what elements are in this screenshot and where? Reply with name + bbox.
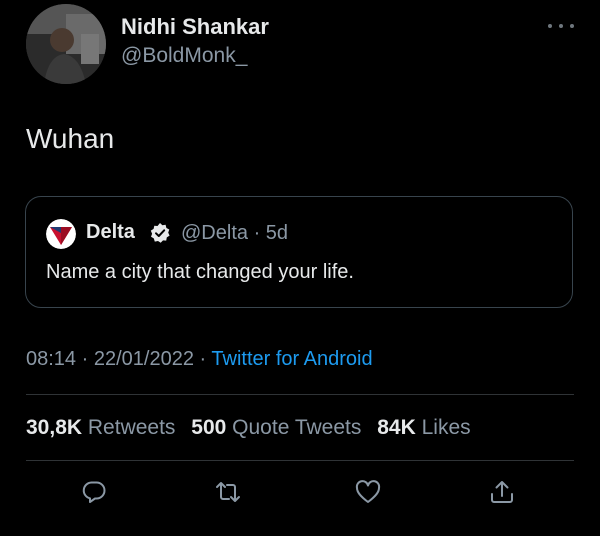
quoted-tweet-age: 5d	[265, 222, 289, 244]
tweet-stats: 30,8K Retweets 500 Quote Tweets 84K Like…	[26, 416, 471, 440]
verified-badge-icon	[149, 222, 171, 244]
heart-icon[interactable]	[354, 478, 382, 506]
reply-icon[interactable]	[80, 478, 108, 506]
more-dot	[570, 24, 574, 28]
meta-separator: ·	[199, 348, 207, 370]
retweets-count: 30,8K	[26, 416, 83, 439]
quoted-tweet-card[interactable]: Delta @Delta · 5d Name a city that chang…	[25, 196, 573, 308]
meta-separator: ·	[81, 348, 89, 370]
author-display-name[interactable]: Nidhi Shankar	[121, 14, 269, 40]
tweet-time[interactable]: 08:14	[26, 348, 76, 370]
retweets-stat[interactable]: 30,8K Retweets	[26, 416, 175, 439]
quoted-author-meta: @Delta · 5d	[181, 222, 288, 245]
quoted-author-handle[interactable]: @Delta	[181, 222, 248, 244]
quote-tweets-label: Quote Tweets	[232, 416, 362, 439]
divider	[26, 394, 574, 395]
tweet-date[interactable]: 22/01/2022	[94, 348, 194, 370]
tweet-text: Wuhan	[26, 123, 115, 154]
more-options-icon[interactable]	[548, 22, 574, 30]
quoted-author-name[interactable]: Delta	[86, 221, 135, 244]
likes-stat[interactable]: 84K Likes	[377, 416, 470, 439]
more-dot	[559, 24, 563, 28]
tweet-meta: 08:14 · 22/01/2022 · Twitter for Android	[26, 348, 373, 371]
divider	[26, 460, 574, 461]
likes-label: Likes	[421, 416, 471, 439]
quoted-tweet-text: Name a city that changed your life.	[46, 261, 354, 283]
tweet-source-link[interactable]: Twitter for Android	[211, 348, 372, 370]
quote-tweets-count: 500	[191, 416, 227, 439]
likes-count: 84K	[377, 416, 416, 439]
author-avatar[interactable]	[26, 4, 106, 84]
delta-logo-icon[interactable]	[46, 219, 76, 249]
retweets-label: Retweets	[87, 416, 176, 439]
quote-tweets-stat[interactable]: 500 Quote Tweets	[191, 416, 361, 439]
more-dot	[548, 24, 552, 28]
avatar-photo	[26, 4, 106, 84]
retweet-icon[interactable]	[214, 478, 242, 506]
author-handle[interactable]: @BoldMonk_	[121, 44, 247, 68]
meta-separator: ·	[253, 222, 261, 244]
share-icon[interactable]	[488, 478, 516, 506]
